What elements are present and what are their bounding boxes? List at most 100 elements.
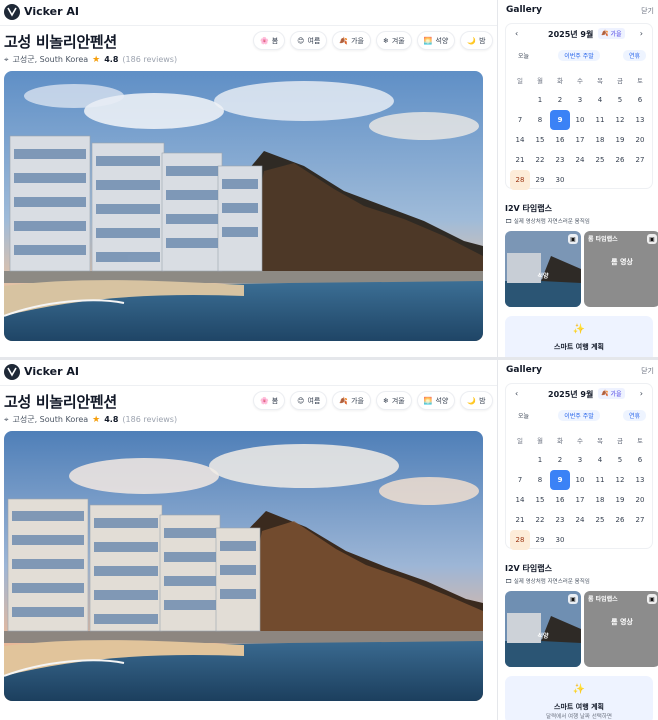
calendar-day[interactable]: 8	[530, 470, 550, 490]
holiday-button[interactable]: 연휴	[622, 50, 646, 61]
calendar-day[interactable]: 5	[610, 90, 630, 110]
calendar-day[interactable]: 29	[530, 530, 550, 550]
smart-trip-card[interactable]: ✨ 스마트 여행 계획 달력에서 여행 날짜 선택하면	[505, 676, 653, 720]
brand-name[interactable]: Vicker AI	[24, 5, 79, 18]
season-spring-button[interactable]: 🌸 봄	[253, 31, 286, 50]
this-weekend-button[interactable]: 이번주 주말	[558, 50, 600, 61]
calendar-day[interactable]: 9	[550, 470, 570, 490]
chevron-right-icon[interactable]: ›	[640, 389, 643, 398]
calendar-day[interactable]: 21	[510, 150, 530, 170]
timelapse-thumbnail-sunset[interactable]: ▣ 석양	[505, 591, 581, 667]
calendar-day[interactable]: 30	[550, 530, 570, 550]
calendar-day[interactable]: 13	[630, 110, 650, 130]
close-button[interactable]: 닫기	[641, 366, 654, 376]
calendar-day[interactable]: 23	[550, 510, 570, 530]
calendar-day[interactable]: 12	[610, 110, 630, 130]
season-summer-button[interactable]: 😊 여름	[290, 31, 328, 50]
brand-name[interactable]: Vicker AI	[24, 365, 79, 378]
calendar-day[interactable]: 6	[630, 90, 650, 110]
calendar-day[interactable]: 7	[510, 110, 530, 130]
calendar-day[interactable]: 24	[570, 150, 590, 170]
season-autumn-button[interactable]: 🍂 가을	[332, 391, 371, 410]
season-autumn-button[interactable]: 🍂 가을	[332, 31, 371, 50]
vicker-logo-icon[interactable]	[4, 4, 20, 20]
calendar-day[interactable]: 11	[590, 110, 610, 130]
holiday-button[interactable]: 연휴	[622, 410, 646, 421]
calendar-day[interactable]: 8	[530, 110, 550, 130]
calendar-day[interactable]: 20	[630, 130, 650, 150]
season-sunset-button[interactable]: 🌅 석양	[416, 391, 456, 410]
season-winter-button[interactable]: ❄ 겨울	[375, 31, 412, 50]
calendar-day[interactable]: 20	[630, 490, 650, 510]
calendar-day[interactable]: 3	[570, 90, 590, 110]
timelapse-thumbnail-room[interactable]: ▣ 롬 타임랩스 롬 영상	[584, 231, 658, 307]
calendar-day[interactable]: 10	[570, 470, 590, 490]
calendar-day[interactable]: 15	[530, 130, 550, 150]
calendar-day[interactable]: 21	[510, 510, 530, 530]
hero-photo[interactable]	[4, 431, 483, 701]
calendar-day[interactable]: 15	[530, 490, 550, 510]
calendar-day[interactable]: 1	[530, 90, 550, 110]
season-badge: 🍂 가을	[598, 28, 625, 39]
calendar-day[interactable]: 10	[570, 110, 590, 130]
season-night-button[interactable]: 🌙 밤	[460, 391, 493, 410]
calendar-day[interactable]: 3	[570, 450, 590, 470]
calendar-day[interactable]: 18	[590, 130, 610, 150]
calendar-day[interactable]: 12	[610, 470, 630, 490]
calendar-day[interactable]: 9	[550, 110, 570, 130]
calendar-day[interactable]: 17	[570, 130, 590, 150]
calendar-day[interactable]: 6	[630, 450, 650, 470]
calendar-day[interactable]: 27	[630, 150, 650, 170]
calendar-day[interactable]: 1	[530, 450, 550, 470]
calendar-day[interactable]: 24	[570, 510, 590, 530]
timelapse-thumbnail-sunset[interactable]: ▣ 석양	[505, 231, 581, 307]
calendar-day[interactable]: 22	[530, 150, 550, 170]
calendar-day[interactable]: 30	[550, 170, 570, 190]
calendar-day[interactable]: 14	[510, 130, 530, 150]
calendar-day[interactable]: 4	[590, 450, 610, 470]
season-night-button[interactable]: 🌙 밤	[460, 31, 493, 50]
calendar-day[interactable]: 19	[610, 130, 630, 150]
chevron-left-icon[interactable]: ‹	[515, 29, 518, 38]
today-button[interactable]: 오늘	[512, 50, 535, 61]
calendar-day[interactable]: 29	[530, 170, 550, 190]
timelapse-thumbnail-room[interactable]: ▣ 롬 타임랩스 롬 영상	[584, 591, 658, 667]
calendar-day[interactable]: 11	[590, 470, 610, 490]
today-button[interactable]: 오늘	[512, 410, 535, 421]
close-button[interactable]: 닫기	[641, 6, 654, 16]
calendar-day[interactable]: 28	[510, 170, 530, 190]
this-weekend-button[interactable]: 이번주 주말	[558, 410, 600, 421]
calendar-day[interactable]: 16	[550, 490, 570, 510]
calendar-day[interactable]: 22	[530, 510, 550, 530]
season-spring-button[interactable]: 🌸 봄	[253, 391, 286, 410]
calendar-grid: 일 월 화 수 목 금 토 1 2 3 4 5 6 7 8 9 10 11 12 13 14 15 16 17 18 19 20 21…	[510, 70, 650, 190]
calendar-day[interactable]: 19	[610, 490, 630, 510]
season-label: 여름	[307, 396, 321, 405]
smart-trip-card[interactable]: ✨ 스마트 여행 계획	[505, 316, 653, 358]
chevron-left-icon[interactable]: ‹	[515, 389, 518, 398]
calendar-day[interactable]: 2	[550, 90, 570, 110]
season-winter-button[interactable]: ❄ 겨울	[375, 391, 412, 410]
chevron-right-icon[interactable]: ›	[640, 29, 643, 38]
vicker-logo-icon[interactable]	[4, 364, 20, 380]
calendar-day[interactable]: 14	[510, 490, 530, 510]
calendar-day[interactable]: 18	[590, 490, 610, 510]
calendar-day[interactable]: 28	[510, 530, 530, 550]
thumbnail-sublabel: 롬 영상	[611, 618, 633, 626]
hero-photo[interactable]	[4, 71, 483, 341]
season-summer-button[interactable]: 😊 여름	[290, 391, 328, 410]
calendar-day[interactable]: 26	[610, 510, 630, 530]
calendar-day[interactable]: 17	[570, 490, 590, 510]
calendar-day[interactable]: 26	[610, 150, 630, 170]
calendar-day[interactable]: 23	[550, 150, 570, 170]
calendar-day[interactable]: 25	[590, 150, 610, 170]
calendar-day[interactable]: 2	[550, 450, 570, 470]
calendar-day[interactable]: 13	[630, 470, 650, 490]
calendar-day[interactable]: 5	[610, 450, 630, 470]
calendar-day[interactable]: 4	[590, 90, 610, 110]
calendar-day[interactable]: 25	[590, 510, 610, 530]
calendar-day[interactable]: 7	[510, 470, 530, 490]
calendar-day[interactable]: 16	[550, 130, 570, 150]
calendar-day[interactable]: 27	[630, 510, 650, 530]
season-sunset-button[interactable]: 🌅 석양	[416, 31, 456, 50]
